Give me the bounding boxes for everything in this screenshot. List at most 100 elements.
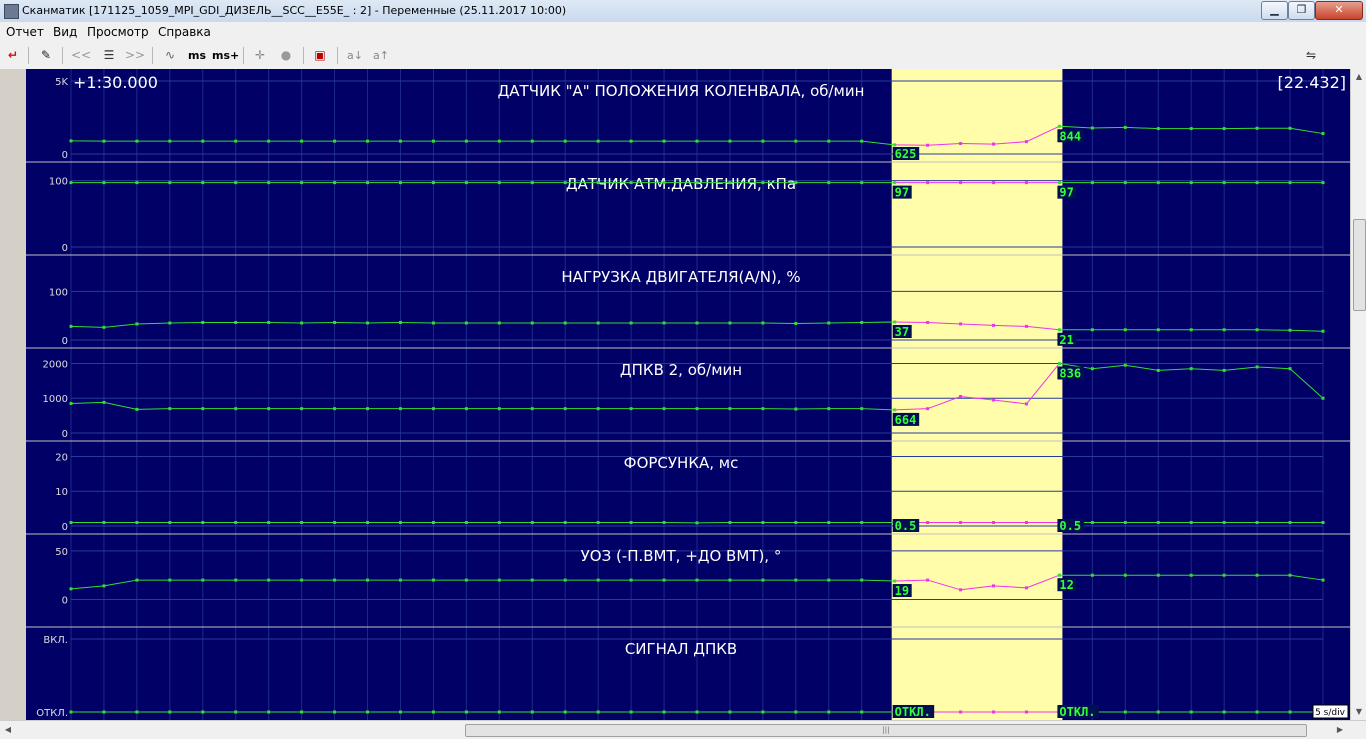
record-icon[interactable]: ● (276, 46, 296, 65)
trace-segment (104, 580, 137, 586)
scroll-left-icon[interactable]: ◀ (0, 722, 16, 738)
toolbar-separator (152, 47, 153, 64)
save-icon[interactable]: ▣ (310, 46, 330, 65)
trace-point (168, 579, 171, 582)
trace-point (1157, 328, 1160, 331)
scroll-up-icon[interactable]: ▲ (1351, 69, 1366, 85)
trace-point (728, 711, 731, 714)
trace-point (663, 407, 666, 410)
trace-point (465, 140, 468, 143)
trace-point (597, 407, 600, 410)
vertical-scrollbar[interactable]: ▲ ▼ (1350, 69, 1366, 720)
trace-segment (1257, 367, 1290, 369)
trace-point (860, 407, 863, 410)
sort-up-button[interactable]: a↑ (370, 46, 392, 65)
trace-point (1058, 125, 1061, 128)
trace-point (333, 181, 336, 184)
trace-point (992, 398, 995, 401)
y-tick-label: 0 (62, 522, 68, 533)
maximize-button[interactable]: ❐ (1288, 1, 1315, 20)
menu-view[interactable]: Вид (53, 25, 77, 39)
trace-point (794, 140, 797, 143)
vertical-scroll-thumb[interactable] (1353, 219, 1366, 311)
trace-point (564, 140, 567, 143)
cursor-value-label: 664 (895, 413, 917, 427)
y-tick-label: 50 (55, 547, 68, 558)
trace-point (267, 711, 270, 714)
trace-point (102, 521, 105, 524)
trace-point (201, 321, 204, 324)
prev-button[interactable]: << (70, 46, 92, 65)
ms-button[interactable]: ms (186, 46, 208, 65)
trace-point (827, 711, 830, 714)
trace-point (333, 140, 336, 143)
panel-title: ДАТЧИК "А" ПОЛОЖЕНИЯ КОЛЕНВАЛА, об/мин (498, 82, 865, 100)
trace-segment (1125, 365, 1158, 370)
scroll-down-icon[interactable]: ▼ (1351, 704, 1366, 720)
trace-point (1322, 330, 1325, 333)
y-tick-label: 0 (62, 596, 68, 607)
trace-point (630, 181, 633, 184)
edit-report-icon[interactable]: ✎ (36, 46, 56, 65)
trace-point (102, 711, 105, 714)
marker-icon[interactable]: ✛ (250, 46, 270, 65)
trace-point (1058, 181, 1061, 184)
next-button[interactable]: >> (124, 46, 146, 65)
trace-point (1256, 521, 1259, 524)
horizontal-scrollbar[interactable]: ◀ ||| ▶ (0, 720, 1366, 739)
minimize-button[interactable]: ▁ (1261, 1, 1288, 20)
toolbar-separator (243, 47, 244, 64)
y-tick-label: 2000 (43, 359, 68, 370)
cursor-value-label: ОТКЛ. (1059, 705, 1095, 719)
trace-point (366, 711, 369, 714)
trace-point (1256, 127, 1259, 130)
y-tick-label: 5K (55, 77, 68, 88)
trace-point (1124, 364, 1127, 367)
trace-segment (1059, 126, 1092, 128)
menu-browse[interactable]: Просмотр (87, 25, 149, 39)
trace-point (926, 181, 929, 184)
exit-arrow-icon[interactable]: ↵ (4, 46, 22, 65)
trace-point (1223, 574, 1226, 577)
chart-area[interactable]: 5K 0 ДАТЧИК "А" ПОЛОЖЕНИЯ КОЛЕНВАЛА, об/ми… (26, 69, 1350, 720)
cursor-value-label: 37 (895, 325, 909, 339)
scroll-right-icon[interactable]: ▶ (1332, 722, 1348, 738)
menu-help[interactable]: Справка (158, 25, 211, 39)
close-button[interactable]: ✕ (1315, 1, 1363, 20)
trace-point (761, 711, 764, 714)
waveform-icon[interactable]: ∿ (160, 46, 180, 65)
trace-point (531, 321, 534, 324)
cursor-highlight-band (892, 69, 1063, 720)
trace-point (201, 407, 204, 410)
trace-point (234, 579, 237, 582)
trace-point (1289, 521, 1292, 524)
ms-plus-button[interactable]: ms+ (212, 46, 238, 65)
trace-point (794, 521, 797, 524)
trace-point (333, 321, 336, 324)
usb-icon[interactable]: ⇋ (1300, 46, 1322, 65)
chart-svg[interactable]: 5K 0 ДАТЧИК "А" ПОЛОЖЕНИЯ КОЛЕНВАЛА, об/ми… (26, 69, 1350, 720)
trace-point (498, 407, 501, 410)
menu-report[interactable]: Отчет (6, 25, 44, 39)
trace-point (498, 711, 501, 714)
trace-point (135, 408, 138, 411)
trace-point (1256, 365, 1259, 368)
trace-point (267, 321, 270, 324)
trace-point (1124, 126, 1127, 129)
trace-point (728, 579, 731, 582)
trace-point (70, 139, 73, 142)
toolbar-separator (337, 47, 338, 64)
menu-bar: Отчет Вид Просмотр Справка (0, 22, 1366, 42)
trace-point (465, 711, 468, 714)
trace-point (135, 140, 138, 143)
trace-point (1025, 140, 1028, 143)
trace-point (234, 711, 237, 714)
horizontal-scroll-thumb[interactable]: ||| (465, 724, 1307, 737)
trace-point (728, 521, 731, 524)
list-icon[interactable]: ☰ (98, 46, 120, 65)
trace-point (399, 140, 402, 143)
trace-point (1190, 328, 1193, 331)
trace-segment (104, 324, 137, 327)
trace-point (201, 579, 204, 582)
sort-down-button[interactable]: a↓ (344, 46, 366, 65)
